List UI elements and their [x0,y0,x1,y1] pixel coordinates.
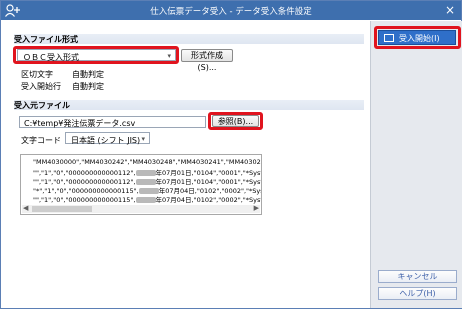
title-bar: 仕入伝票データ受入 - データ受入条件設定 × [1,1,461,20]
scrollbar-thumb[interactable] [32,206,92,212]
encoding-label: 文字コード [21,136,61,145]
scroll-right-icon[interactable]: ▶ [254,204,259,212]
create-format-button[interactable]: 形式作成(S)... [181,49,233,72]
source-path-value: C:¥temp¥発注伝票データ.csv [24,119,136,128]
close-icon[interactable]: × [443,3,457,17]
start-import-label: 受入開始(I) [399,34,440,43]
chevron-down-icon: ▾ [167,52,171,60]
dialog-window: 仕入伝票データ受入 - データ受入条件設定 × 受入ファイル形式 ＯＢＣ受入形式… [0,0,462,309]
help-button[interactable]: ヘルプ(H) [378,287,457,300]
browse-button[interactable]: 参照(B)... [212,115,259,127]
source-path-input[interactable]: C:¥temp¥発注伝票データ.csv [19,116,206,128]
section-format-heading: 受入ファイル形式 [14,35,78,44]
preview-line: "","1","0","000000000000115", 年07月04日,"01… [33,196,262,204]
start-row-label: 受入開始行 [21,82,61,91]
horizontal-scrollbar[interactable]: ◀ ▶ [22,204,260,213]
chevron-down-icon: ▾ [141,135,145,143]
delimiter-label: 区切文字 [21,70,53,79]
start-import-button[interactable]: 受入開始(I) [378,30,456,45]
section-source-heading: 受入元ファイル [14,101,70,110]
file-preview[interactable]: "MM4030000","MM4030242","MM4030248","MM4… [20,154,262,215]
window-title: 仕入伝票データ受入 - データ受入条件設定 [150,7,312,17]
encoding-select[interactable]: 日本語 (シフト JIS) ▾ [65,132,150,145]
encoding-select-value: 日本語 (シフト JIS) [71,136,141,145]
start-row-value: 自動判定 [72,82,104,91]
cancel-button[interactable]: キャンセル [378,270,457,283]
action-pane [370,21,462,308]
import-icon [384,34,394,42]
redacted-block [135,197,156,203]
preview-line: "MM4030000","MM4030242","MM4030248","MM4… [33,158,262,166]
delimiter-value: 自動判定 [72,70,104,79]
scroll-left-icon[interactable]: ◀ [23,204,28,212]
format-select-value: ＯＢＣ受入形式 [23,53,79,62]
format-select[interactable]: ＯＢＣ受入形式 ▾ [17,49,176,62]
